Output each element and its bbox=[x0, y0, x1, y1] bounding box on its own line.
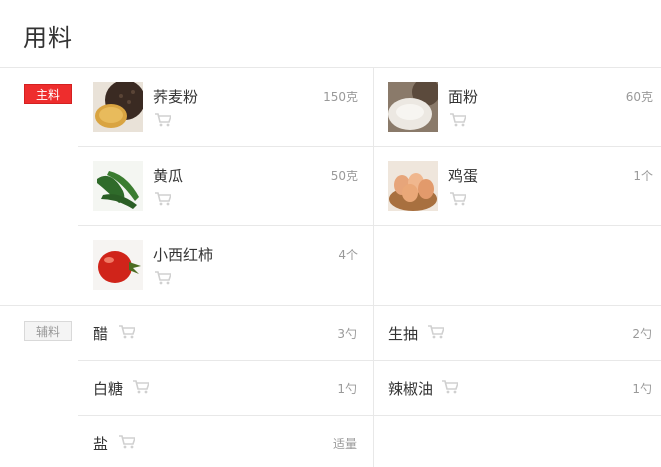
ingredient-amount: 适量 bbox=[332, 437, 357, 451]
main-ingredient-item[interactable]: 面粉 60克 bbox=[388, 82, 653, 132]
ingredient-name[interactable]: 醋 bbox=[93, 323, 108, 344]
cart-icon[interactable] bbox=[155, 271, 171, 285]
cart-icon[interactable] bbox=[133, 380, 149, 394]
aux-ingredient-item[interactable]: 盐 适量 bbox=[93, 433, 357, 453]
divider bbox=[78, 225, 661, 226]
auxiliary-ingredients-tag: 辅料 bbox=[24, 321, 72, 341]
ingredient-amount: 50克 bbox=[330, 169, 358, 183]
aux-ingredient-item[interactable]: 生抽 2勺 bbox=[388, 323, 652, 343]
divider bbox=[78, 360, 661, 361]
ingredient-amount: 1勺 bbox=[337, 382, 357, 396]
cart-icon[interactable] bbox=[155, 192, 171, 206]
cart-icon[interactable] bbox=[119, 325, 135, 339]
flour-image[interactable] bbox=[388, 82, 438, 132]
ingredient-amount: 4个 bbox=[338, 248, 358, 262]
divider bbox=[0, 67, 661, 68]
ingredient-amount: 3勺 bbox=[337, 327, 357, 341]
ingredient-name[interactable]: 生抽 bbox=[388, 323, 418, 344]
cucumber-image[interactable] bbox=[93, 161, 143, 211]
ingredient-amount: 150克 bbox=[323, 90, 358, 104]
ingredient-name[interactable]: 荞麦粉 bbox=[153, 86, 198, 107]
main-ingredient-item[interactable]: 鸡蛋 1个 bbox=[388, 161, 653, 211]
cart-icon[interactable] bbox=[155, 113, 171, 127]
cart-icon[interactable] bbox=[442, 380, 458, 394]
ingredients-title: 用料 bbox=[23, 24, 73, 52]
ingredient-name[interactable]: 面粉 bbox=[448, 86, 478, 107]
divider bbox=[78, 146, 661, 147]
cart-icon[interactable] bbox=[428, 325, 444, 339]
cart-icon[interactable] bbox=[450, 192, 466, 206]
aux-ingredient-item[interactable]: 白糖 1勺 bbox=[93, 378, 357, 398]
main-ingredient-item[interactable]: 小西红柿 4个 bbox=[93, 240, 358, 290]
divider bbox=[373, 67, 374, 467]
ingredient-name[interactable]: 鸡蛋 bbox=[448, 165, 478, 186]
ingredient-amount: 1个 bbox=[633, 169, 653, 183]
main-ingredients-tag: 主料 bbox=[24, 84, 72, 104]
cherry-tomato-image[interactable] bbox=[93, 240, 143, 290]
ingredient-amount: 1勺 bbox=[632, 382, 652, 396]
ingredient-name[interactable]: 黄瓜 bbox=[153, 165, 183, 186]
aux-ingredient-item[interactable]: 醋 3勺 bbox=[93, 323, 357, 343]
eggs-image[interactable] bbox=[388, 161, 438, 211]
divider bbox=[78, 415, 661, 416]
main-ingredient-item[interactable]: 黄瓜 50克 bbox=[93, 161, 358, 211]
main-ingredient-item[interactable]: 荞麦粉 150克 bbox=[93, 82, 358, 132]
ingredient-name[interactable]: 盐 bbox=[93, 433, 108, 454]
cart-icon[interactable] bbox=[119, 435, 135, 449]
ingredient-name[interactable]: 辣椒油 bbox=[388, 378, 433, 399]
ingredient-name[interactable]: 小西红柿 bbox=[153, 244, 213, 265]
ingredient-amount: 60克 bbox=[625, 90, 653, 104]
divider bbox=[0, 305, 661, 306]
cart-icon[interactable] bbox=[450, 113, 466, 127]
buckwheat-flour-image[interactable] bbox=[93, 82, 143, 132]
ingredient-amount: 2勺 bbox=[632, 327, 652, 341]
ingredient-name[interactable]: 白糖 bbox=[93, 378, 123, 399]
aux-ingredient-item[interactable]: 辣椒油 1勺 bbox=[388, 378, 652, 398]
